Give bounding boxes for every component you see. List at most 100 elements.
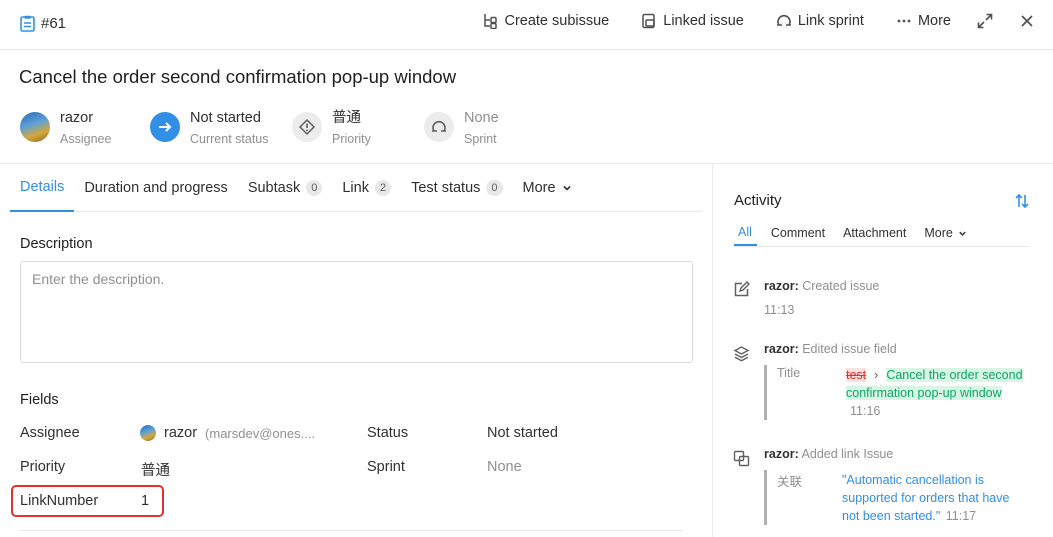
field-sprint-value[interactable]: None — [487, 459, 522, 475]
summary-status[interactable]: Not started Current status — [150, 108, 292, 149]
link-issue-icon — [733, 450, 750, 467]
summary-sprint[interactable]: None Sprint — [424, 108, 499, 149]
tab-label: Test status — [411, 180, 481, 196]
sprint-icon — [776, 14, 791, 26]
field-label-assignee: Assignee — [20, 425, 80, 441]
activity-quote-bar — [764, 365, 767, 420]
old-value: test — [846, 368, 867, 382]
field-label-status: Status — [367, 425, 409, 441]
activity-item-header: razor: Created issue — [764, 279, 879, 293]
activity-time: 11:17 — [945, 509, 977, 523]
top-bar: #61 Create subissue Linked issue Link sp… — [0, 0, 1053, 50]
link-sprint-label: Link sprint — [797, 13, 864, 29]
chevron-right-icon: › — [874, 368, 879, 382]
activity-tabs: All Comment Attachment More — [734, 220, 1030, 247]
more-actions-button[interactable]: More — [896, 13, 951, 29]
new-value: Cancel the order second confirmation pop… — [846, 368, 1023, 400]
activity-user: razor: — [764, 342, 799, 356]
avatar — [20, 112, 50, 142]
create-subissue-label: Create subissue — [504, 13, 610, 29]
subissue-icon — [484, 14, 498, 29]
activity-action: Created issue — [802, 279, 880, 293]
field-assignee-value[interactable]: razor (marsdev@ones.... — [140, 425, 315, 441]
issue-id: #61 — [20, 15, 66, 32]
description-heading: Description — [20, 236, 93, 252]
count-badge: 0 — [486, 180, 503, 196]
tab-test-status[interactable]: Test status 0 — [401, 164, 512, 212]
sprint-value: None — [464, 110, 499, 126]
count-badge: 2 — [374, 180, 392, 196]
priority-value: 普通 — [332, 110, 361, 126]
highlight-box — [11, 485, 164, 517]
activity-tab-comment[interactable]: Comment — [771, 220, 837, 246]
tab-details[interactable]: Details — [10, 164, 75, 212]
avatar — [140, 425, 156, 441]
tab-subtask[interactable]: Subtask 0 — [238, 164, 333, 212]
sprint-icon — [424, 112, 454, 142]
issue-number: #61 — [41, 15, 67, 32]
activity-quote-bar — [764, 470, 767, 525]
tab-duration-progress[interactable]: Duration and progress — [74, 164, 237, 212]
activity-user: razor: — [764, 279, 799, 293]
description-input[interactable]: Enter the description. — [20, 261, 693, 363]
activity-action: Added link Issue — [801, 447, 894, 461]
activity-user: razor: — [764, 447, 799, 461]
activity-item-header: razor: Added link Issue — [764, 447, 893, 461]
activity-time: 11:16 — [850, 404, 881, 418]
status-value: Not started — [190, 110, 261, 126]
activity-tab-all[interactable]: All — [734, 220, 757, 246]
link-sprint-button[interactable]: Link sprint — [776, 13, 864, 29]
layers-icon — [733, 346, 750, 362]
tab-label: Details — [20, 179, 65, 195]
issue-summary: razor Assignee Not started Current statu… — [20, 108, 499, 149]
activity-link[interactable]: "Automatic cancellation is supported for… — [842, 471, 1022, 525]
arrow-right-icon — [150, 112, 180, 142]
fields-heading: Fields — [20, 392, 59, 408]
sort-icon[interactable] — [1013, 192, 1031, 210]
more-actions-label: More — [917, 13, 951, 29]
chevron-down-icon — [562, 185, 571, 191]
tab-label: Duration and progress — [84, 180, 228, 196]
linked-issue-button[interactable]: Linked issue — [641, 13, 744, 29]
expand-icon[interactable] — [977, 13, 993, 29]
linked-issue-label: Linked issue — [663, 13, 744, 29]
assignee-email: (marsdev@ones.... — [205, 425, 316, 441]
detail-tabs: Details Duration and progress Subtask 0 … — [10, 164, 702, 212]
tab-link[interactable]: Link 2 — [332, 164, 401, 212]
assignee-name: razor — [164, 425, 198, 441]
summary-priority[interactable]: 普通 Priority — [292, 108, 424, 149]
field-status-value[interactable]: Not started — [487, 425, 558, 441]
activity-change: test › Cancel the order second confirmatio… — [846, 366, 1026, 420]
activity-tab-label: More — [924, 226, 953, 240]
ellipsis-icon — [897, 19, 911, 23]
issue-title[interactable]: Cancel the order second confirmation pop… — [19, 66, 456, 88]
tab-more[interactable]: More — [513, 164, 582, 212]
status-label: Current status — [190, 132, 269, 146]
activity-action: Edited issue field — [802, 342, 897, 356]
activity-tab-attachment[interactable]: Attachment — [843, 220, 918, 246]
summary-assignee[interactable]: razor Assignee — [20, 108, 150, 149]
assignee-name: razor — [60, 110, 94, 126]
linked-issue-link[interactable]: "Automatic cancellation is supported for… — [842, 473, 1009, 523]
activity-field-key: Title — [777, 366, 801, 380]
field-priority-value[interactable]: 普通 — [141, 459, 170, 480]
count-badge: 0 — [306, 180, 323, 196]
section-divider — [20, 530, 683, 531]
linked-issue-icon — [642, 13, 655, 29]
clipboard-icon — [20, 15, 35, 32]
close-icon[interactable] — [1019, 13, 1035, 29]
field-label-priority: Priority — [20, 459, 66, 475]
priority-icon — [292, 112, 322, 142]
activity-field-key: 关联 — [777, 475, 803, 489]
priority-label: Priority — [332, 132, 371, 146]
activity-tab-more[interactable]: More — [924, 220, 978, 246]
tab-label: Subtask — [247, 180, 301, 196]
assignee-label: Assignee — [60, 132, 112, 146]
panel-divider — [712, 164, 713, 537]
activity-item-header: razor: Edited issue field — [764, 342, 897, 356]
sprint-label: Sprint — [464, 132, 497, 146]
chevron-down-icon — [959, 231, 966, 236]
create-subissue-button[interactable]: Create subissue — [482, 13, 609, 29]
tab-label: More — [522, 180, 556, 196]
field-label-sprint: Sprint — [367, 459, 405, 475]
